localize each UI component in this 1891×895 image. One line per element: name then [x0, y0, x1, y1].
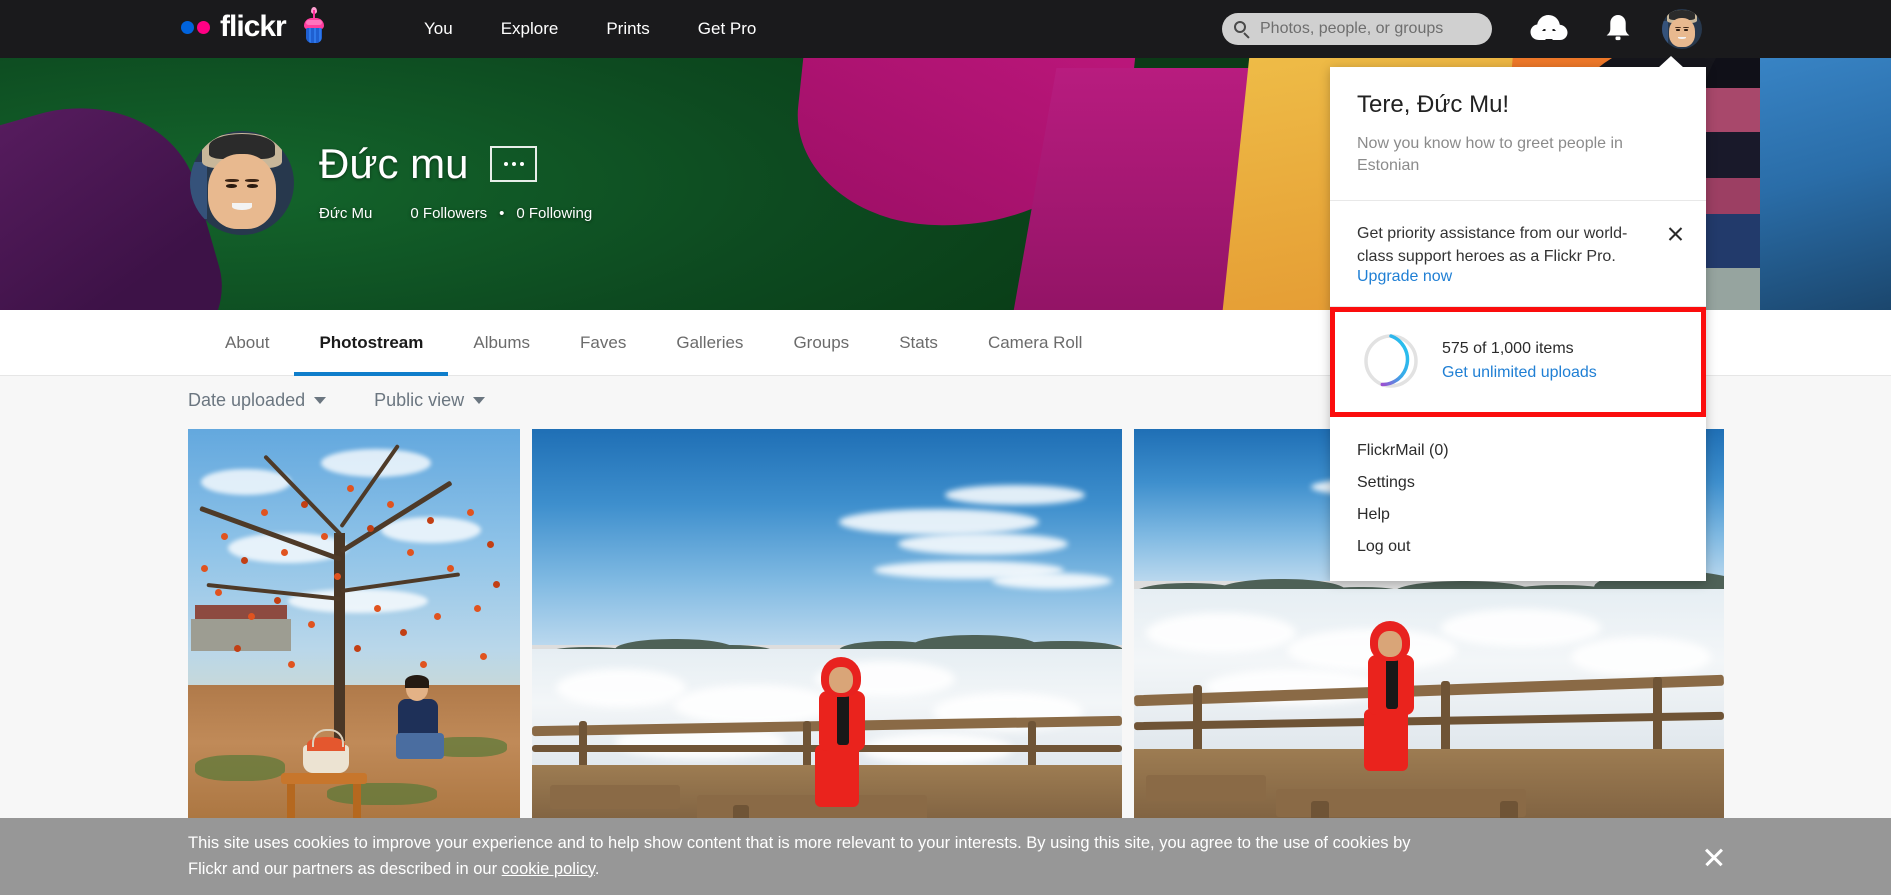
promo-text: Get priority assistance from our world-c… [1357, 224, 1628, 265]
close-icon[interactable] [1703, 846, 1725, 868]
cookie-text-part2: . [594, 859, 600, 878]
menu-item-help[interactable]: Help [1330, 499, 1706, 531]
storage-count-text: 575 of 1,000 items [1442, 340, 1574, 358]
profile-header: Đức mu Đức Mu 0 Followers • 0 Following [190, 131, 592, 235]
bell-icon[interactable] [1605, 14, 1631, 44]
cookie-banner: This site uses cookies to improve your e… [0, 818, 1891, 895]
cover-sky-blue [1760, 58, 1891, 310]
tab-groups[interactable]: Groups [768, 310, 874, 375]
nav-links: You Explore Prints Get Pro [400, 0, 780, 58]
avatar[interactable] [1662, 9, 1702, 49]
search-box[interactable] [1222, 13, 1492, 45]
flickr-dots-icon [181, 20, 210, 34]
account-menu-list: FlickrMail (0) Settings Help Log out [1330, 417, 1706, 581]
view-dropdown-label: Public view [374, 389, 465, 410]
page-root: flickr You Explore Prints Get Pro Photos… [0, 0, 1891, 895]
dropdown-greeting-section: Tere, Đức Mu! Now you know how to greet … [1330, 67, 1706, 201]
menu-item-log-out[interactable]: Log out [1330, 531, 1706, 563]
cookie-policy-link[interactable]: cookie policy [502, 860, 595, 878]
photo-thumbnail[interactable] [188, 429, 520, 829]
profile-more-button[interactable] [490, 146, 538, 182]
cookie-banner-text: This site uses cookies to improve your e… [0, 831, 1450, 882]
nav-link-prints[interactable]: Prints [582, 0, 673, 58]
greeting-subtitle: Now you know how to greet people in Esto… [1357, 135, 1623, 175]
sort-dropdown-date-uploaded[interactable]: Date uploaded [188, 389, 327, 411]
ellipsis-icon [511, 162, 516, 166]
nav-link-explore[interactable]: Explore [477, 0, 583, 58]
tab-photostream[interactable]: Photostream [294, 310, 449, 376]
search-icon [1234, 20, 1251, 39]
photo-thumbnail[interactable] [532, 429, 1122, 829]
following-count[interactable]: 0 Following [516, 205, 592, 222]
chevron-down-icon [473, 396, 486, 404]
tab-camera-roll[interactable]: Camera Roll [963, 310, 1107, 375]
tab-galleries[interactable]: Galleries [651, 310, 768, 375]
view-dropdown-public-view[interactable]: Public view [374, 389, 486, 411]
tab-albums[interactable]: Albums [448, 310, 555, 375]
tab-faves[interactable]: Faves [555, 310, 651, 375]
followers-count[interactable]: 0 Followers [410, 205, 487, 222]
ellipsis-icon [503, 162, 508, 166]
account-dropdown-panel: Tere, Đức Mu! Now you know how to greet … [1330, 56, 1706, 582]
cloud-upload-icon[interactable] [1530, 14, 1568, 44]
flickr-logo-text: flickr [220, 10, 287, 43]
flickr-logo[interactable]: flickr [181, 7, 325, 44]
upgrade-now-link[interactable]: Upgrade now [1357, 268, 1452, 286]
progress-ring-icon [1362, 332, 1420, 390]
search-input[interactable] [1260, 20, 1480, 38]
get-unlimited-uploads-link[interactable]: Get unlimited uploads [1442, 364, 1597, 382]
tab-stats[interactable]: Stats [874, 310, 963, 375]
sort-dropdown-label: Date uploaded [188, 389, 306, 410]
cupcake-icon [303, 7, 325, 44]
cookie-text-part1: This site uses cookies to improve your e… [188, 833, 1411, 878]
nav-link-you[interactable]: You [400, 0, 477, 58]
profile-username[interactable]: Đức Mu [319, 205, 372, 222]
pro-promo-section: Get priority assistance from our world-c… [1330, 201, 1706, 308]
chevron-down-icon [314, 396, 327, 404]
stats-separator: • [499, 205, 505, 222]
ellipsis-icon [519, 162, 524, 166]
menu-item-flickrmail[interactable]: FlickrMail (0) [1330, 435, 1706, 467]
storage-quota-section[interactable]: 575 of 1,000 items Get unlimited uploads [1330, 307, 1706, 418]
greeting-title: Tere, Đức Mu! [1357, 91, 1510, 118]
menu-item-settings[interactable]: Settings [1330, 467, 1706, 499]
tab-about[interactable]: About [200, 310, 294, 375]
close-icon[interactable] [1667, 225, 1684, 242]
top-navbar: flickr You Explore Prints Get Pro [0, 0, 1891, 58]
profile-avatar[interactable] [190, 131, 294, 235]
page-title: Đức mu [319, 140, 469, 187]
nav-link-get-pro[interactable]: Get Pro [674, 0, 781, 58]
profile-stats: Đức Mu 0 Followers • 0 Following [319, 205, 592, 222]
